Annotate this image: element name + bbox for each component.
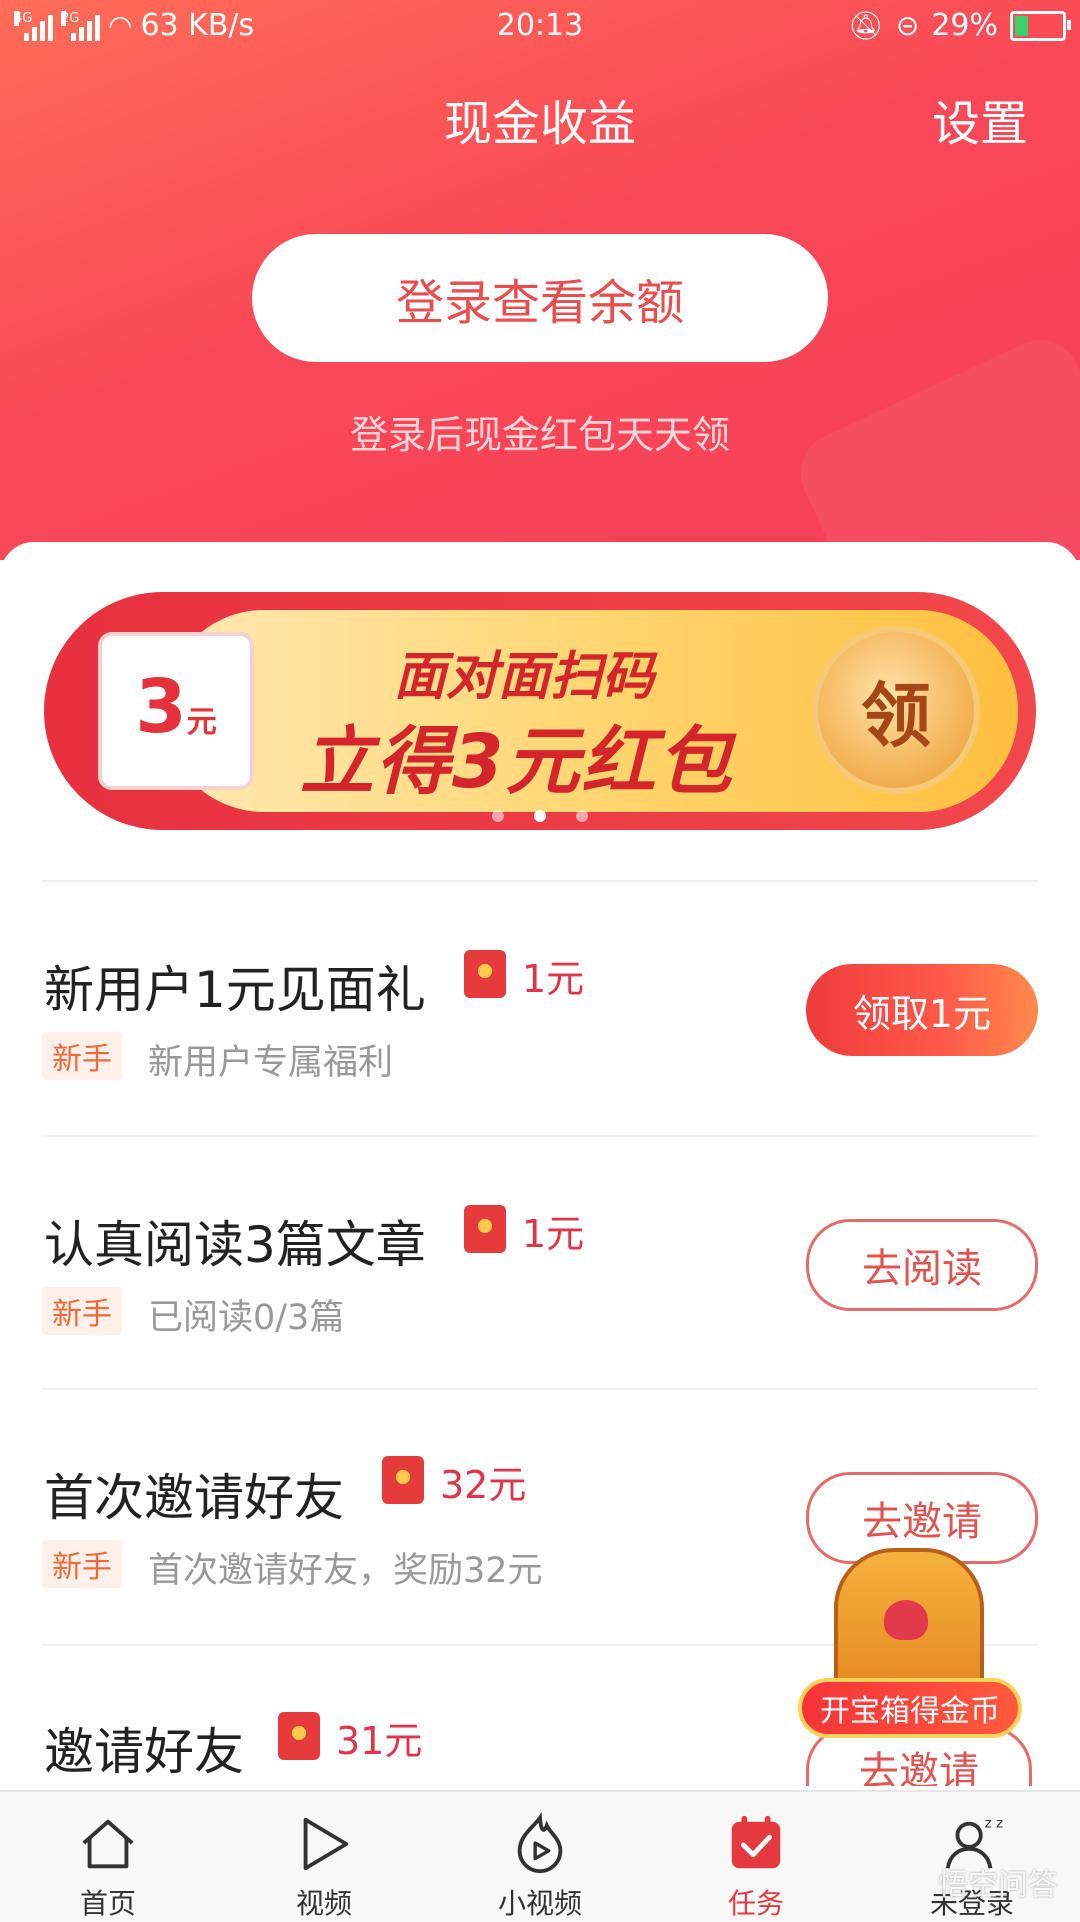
red-packet-icon [278,1712,320,1760]
claim-1-yuan-button[interactable]: 领取1元 [806,964,1038,1056]
promo-banner[interactable]: 3 元 面对面扫码 立得3元红包 领 [44,592,1036,830]
task-subtitle: 首次邀请好友，奖励32元 [148,1551,543,1591]
task-reward: 32元 [440,1463,527,1507]
ticket-amount: 3 [135,664,187,750]
task-title: 新用户1元见面礼 [44,961,426,1019]
login-hint: 登录后现金红包天天领 [349,413,730,457]
red-envelope-ticket: 3 元 [98,632,254,790]
flame-play-icon [517,1812,563,1874]
divider [42,1135,1038,1137]
header: 4G 2G ◠ 63 KB/s 20:13 🔕︎ ⊝ 29% 现金收益 设置 登… [0,0,1080,560]
newbie-badge: 新手 [42,1032,122,1080]
divider [42,1388,1038,1390]
task-reward: 1元 [522,1212,585,1256]
tab-video[interactable]: 视频 [216,1792,432,1922]
battery-icon [1010,10,1071,41]
tab-short-video[interactable]: 小视频 [432,1792,648,1922]
treasure-chest-label: 开宝箱得金币 [798,1678,1022,1738]
mute-icon: 🔕︎ [848,9,884,42]
battery-percent: 29% [931,8,998,43]
pagination-dot[interactable] [492,810,504,822]
task-title: 邀请好友 [44,1723,244,1781]
red-packet-icon [464,1205,506,1253]
red-packet-icon [464,950,506,998]
banner-headline: 面对面扫码 [394,647,655,707]
status-right: 🔕︎ ⊝ 29% [848,8,1071,43]
home-icon [82,1819,134,1869]
svg-text:z z: z z [985,1816,1004,1832]
heart-lock-icon [884,1600,928,1640]
tab-tasks[interactable]: 任务 [648,1792,864,1922]
rotation-lock-icon: ⊝ [895,9,920,42]
banner-pagination [0,810,1080,822]
tab-home[interactable]: 首页 [0,1792,216,1922]
tab-label: 首页 [79,1887,136,1920]
calendar-check-icon [731,1815,781,1869]
pagination-dot-active[interactable] [534,810,546,822]
tab-label: 任务 [727,1887,784,1920]
red-packet-icon [382,1456,424,1504]
page-title: 现金收益 [443,96,636,152]
task-title: 首次邀请好友 [44,1469,344,1527]
task-subtitle: 已阅读0/3篇 [148,1298,345,1338]
task-reward: 1元 [522,957,585,1001]
play-icon [303,1817,349,1871]
go-read-button[interactable]: 去阅读 [806,1219,1038,1311]
ticket-unit: 元 [186,705,217,740]
login-view-balance-button[interactable]: 登录查看余额 [252,234,828,362]
newbie-badge: 新手 [42,1540,122,1588]
task-subtitle: 新用户专属福利 [148,1043,394,1083]
pagination-dot[interactable] [576,810,588,822]
bottom-tab-bar: 首页 视频 小视频 任务 z z 未登录 [0,1790,1080,1922]
watermark: 悟空问答 [938,1868,1058,1903]
tab-label: 视频 [295,1887,352,1920]
treasure-chest-button[interactable]: 开宝箱得金币 [798,1548,1028,1744]
tab-label: 小视频 [497,1887,582,1920]
banner-subheadline: 立得3元红包 [300,719,734,805]
task-title: 认真阅读3篇文章 [44,1216,426,1274]
status-bar: 4G 2G ◠ 63 KB/s 20:13 🔕︎ ⊝ 29% [0,0,1080,56]
claim-coin-button[interactable]: 领 [812,626,980,794]
divider [42,880,1038,882]
task-reward: 31元 [336,1719,423,1763]
settings-button[interactable]: 设置 [932,84,1028,154]
newbie-badge: 新手 [42,1287,122,1335]
